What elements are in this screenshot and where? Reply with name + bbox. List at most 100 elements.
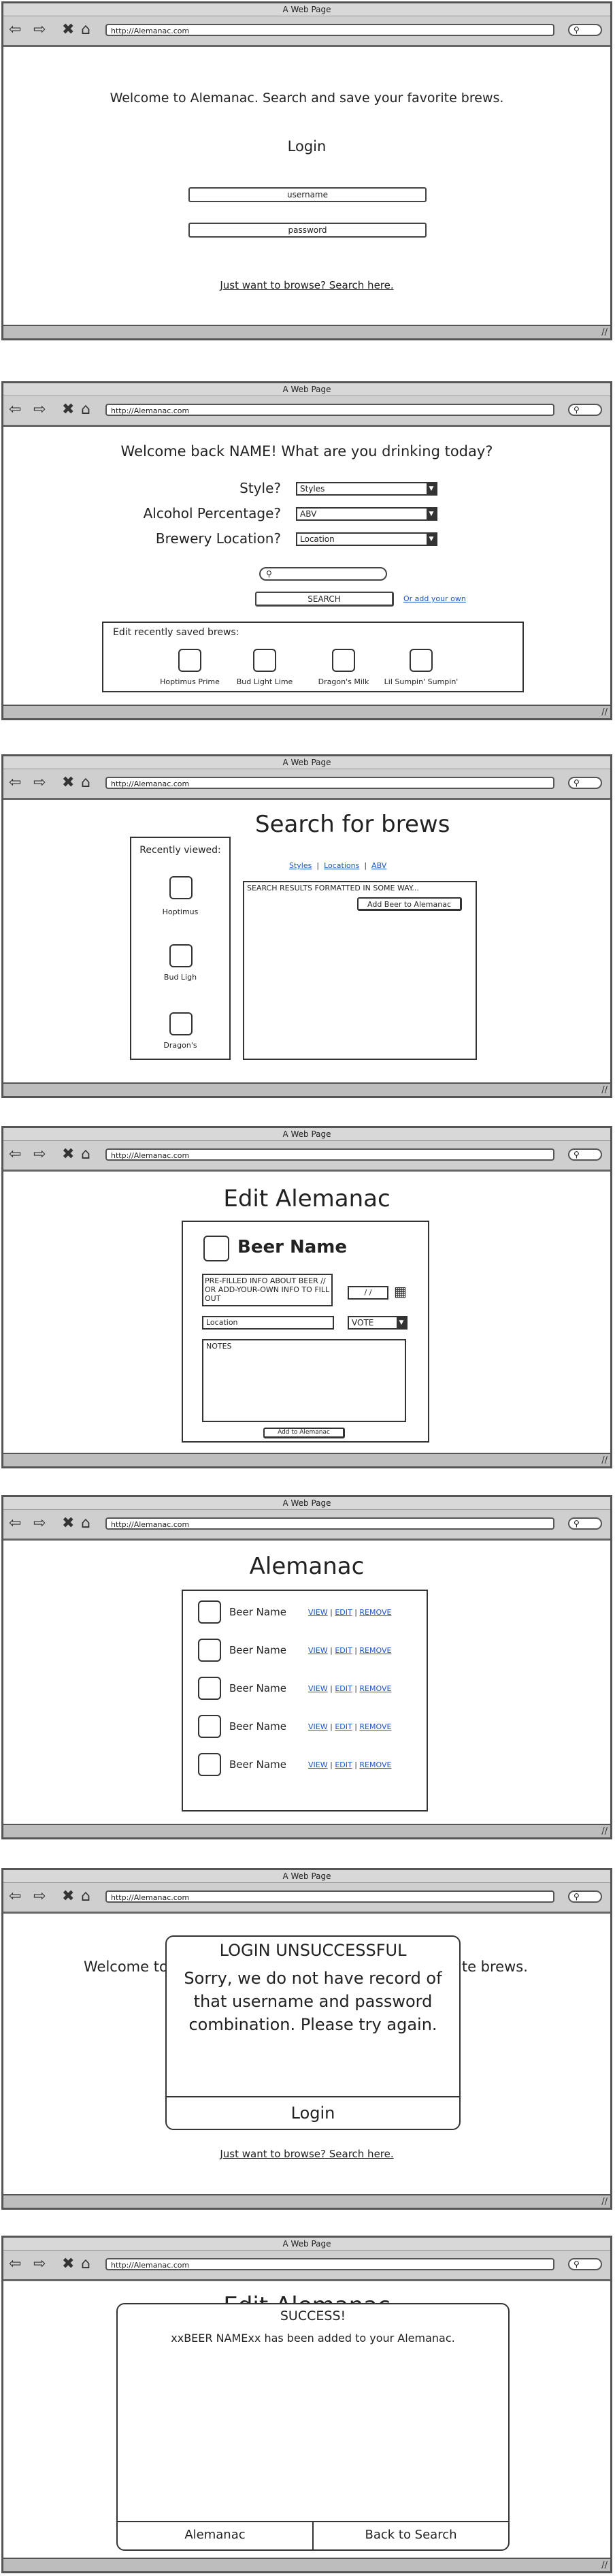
beer-checkbox[interactable]	[198, 1677, 221, 1700]
stop-icon[interactable]: ✖	[62, 1888, 74, 1905]
beer-checkbox[interactable]	[198, 1600, 221, 1624]
forward-arrow-icon[interactable]: ⇨	[33, 1515, 46, 1532]
search-icon[interactable]: ⚲	[568, 24, 602, 36]
forward-arrow-icon[interactable]: ⇨	[33, 1888, 46, 1905]
alemanac-button[interactable]: Alemanac	[118, 2522, 312, 2549]
search-button[interactable]: SEARCH	[255, 592, 394, 607]
tab-styles[interactable]: Styles	[289, 861, 312, 870]
back-arrow-icon[interactable]: ⇦	[9, 2256, 21, 2272]
saved-brew-checkbox[interactable]	[178, 649, 201, 672]
forward-arrow-icon[interactable]: ⇨	[33, 402, 46, 418]
username-field[interactable]: username	[188, 187, 427, 202]
view-link[interactable]: VIEW	[308, 1684, 328, 1693]
add-to-alemanac-button[interactable]: Add to Alemanac	[263, 1428, 345, 1438]
stop-icon[interactable]: ✖	[62, 22, 74, 38]
recent-brew-checkbox[interactable]	[169, 1012, 193, 1035]
location-field[interactable]: Location	[202, 1316, 334, 1330]
search-icon[interactable]: ⚲	[568, 1517, 602, 1530]
location-select[interactable]: Location ▼	[296, 532, 437, 546]
remove-link[interactable]: REMOVE	[359, 1760, 391, 1769]
tab-abv[interactable]: ABV	[371, 861, 386, 870]
stop-icon[interactable]: ✖	[62, 1146, 74, 1163]
edit-link[interactable]: EDIT	[335, 1684, 352, 1693]
add-your-own-link[interactable]: Or add your own	[403, 594, 466, 603]
notes-field[interactable]: NOTES	[202, 1339, 406, 1422]
forward-arrow-icon[interactable]: ⇨	[33, 1146, 46, 1163]
add-beer-button[interactable]: Add Beer to Alemanac	[357, 897, 462, 911]
home-icon[interactable]: ⌂	[81, 2256, 90, 2272]
search-icon[interactable]: ⚲	[568, 1148, 602, 1161]
beer-checkbox[interactable]	[198, 1753, 221, 1776]
back-arrow-icon[interactable]: ⇦	[9, 22, 21, 38]
home-icon[interactable]: ⌂	[81, 1146, 90, 1163]
url-bar[interactable]: http://Alemanac.com	[105, 24, 554, 36]
url-bar[interactable]: http://Alemanac.com	[105, 1148, 554, 1161]
remove-link[interactable]: REMOVE	[359, 1608, 391, 1617]
resize-grip-icon[interactable]: //	[601, 1085, 608, 1095]
forward-arrow-icon[interactable]: ⇨	[33, 775, 46, 791]
remove-link[interactable]: REMOVE	[359, 1646, 391, 1655]
back-arrow-icon[interactable]: ⇦	[9, 402, 21, 418]
edit-link[interactable]: EDIT	[335, 1722, 352, 1731]
home-icon[interactable]: ⌂	[81, 1515, 90, 1532]
edit-link[interactable]: EDIT	[335, 1646, 352, 1655]
resize-grip-icon[interactable]: //	[601, 327, 608, 338]
home-icon[interactable]: ⌂	[81, 1888, 90, 1905]
view-link[interactable]: VIEW	[308, 1760, 328, 1769]
remove-link[interactable]: REMOVE	[359, 1722, 391, 1731]
resize-grip-icon[interactable]: //	[601, 1455, 608, 1466]
browse-link[interactable]: Just want to browse? Search here.	[3, 2148, 610, 2160]
recent-brew-checkbox[interactable]	[169, 876, 193, 899]
url-bar[interactable]: http://Alemanac.com	[105, 2258, 554, 2270]
resize-grip-icon[interactable]: //	[601, 1826, 608, 1837]
edit-link[interactable]: EDIT	[335, 1760, 352, 1769]
home-icon[interactable]: ⌂	[81, 402, 90, 418]
back-arrow-icon[interactable]: ⇦	[9, 1888, 21, 1905]
browse-link[interactable]: Just want to browse? Search here.	[3, 279, 610, 291]
search-input[interactable]: ⚲	[259, 567, 387, 581]
forward-arrow-icon[interactable]: ⇨	[33, 2256, 46, 2272]
view-link[interactable]: VIEW	[308, 1608, 328, 1617]
beer-checkbox[interactable]	[203, 1236, 229, 1261]
forward-arrow-icon[interactable]: ⇨	[33, 22, 46, 38]
search-icon[interactable]: ⚲	[568, 1890, 602, 1903]
search-icon[interactable]: ⚲	[568, 404, 602, 416]
tab-locations[interactable]: Locations	[324, 861, 359, 870]
stop-icon[interactable]: ✖	[62, 775, 74, 791]
login-button[interactable]: Login	[167, 2100, 459, 2127]
beer-checkbox[interactable]	[198, 1639, 221, 1662]
search-icon[interactable]: ⚲	[568, 777, 602, 789]
style-select[interactable]: Styles ▼	[296, 482, 437, 496]
url-bar[interactable]: http://Alemanac.com	[105, 1517, 554, 1530]
resize-grip-icon[interactable]: //	[601, 2197, 608, 2207]
recent-brew-checkbox[interactable]	[169, 944, 193, 967]
beer-info-field[interactable]: PRE-FILLED INFO ABOUT BEER // OR ADD-YOU…	[202, 1274, 333, 1306]
date-field[interactable]: / /	[348, 1286, 388, 1300]
stop-icon[interactable]: ✖	[62, 402, 74, 418]
edit-link[interactable]: EDIT	[335, 1608, 352, 1617]
back-to-search-button[interactable]: Back to Search	[314, 2522, 508, 2549]
url-bar[interactable]: http://Alemanac.com	[105, 777, 554, 789]
beer-checkbox[interactable]	[198, 1715, 221, 1738]
back-arrow-icon[interactable]: ⇦	[9, 1146, 21, 1163]
back-arrow-icon[interactable]: ⇦	[9, 775, 21, 791]
saved-brew-checkbox[interactable]	[410, 649, 433, 672]
home-icon[interactable]: ⌂	[81, 22, 90, 38]
stop-icon[interactable]: ✖	[62, 2256, 74, 2272]
view-link[interactable]: VIEW	[308, 1646, 328, 1655]
saved-brew-checkbox[interactable]	[332, 649, 355, 672]
abv-select[interactable]: ABV ▼	[296, 507, 437, 521]
view-link[interactable]: VIEW	[308, 1722, 328, 1731]
resize-grip-icon[interactable]: //	[601, 707, 608, 718]
saved-brew-checkbox[interactable]	[253, 649, 276, 672]
vote-select[interactable]: VOTE ▼	[348, 1316, 408, 1330]
resize-grip-icon[interactable]: //	[601, 2560, 608, 2571]
url-bar[interactable]: http://Alemanac.com	[105, 404, 554, 416]
calendar-icon[interactable]: ▦	[394, 1283, 407, 1300]
search-icon[interactable]: ⚲	[568, 2258, 602, 2270]
password-field[interactable]: password	[188, 223, 427, 238]
back-arrow-icon[interactable]: ⇦	[9, 1515, 21, 1532]
url-bar[interactable]: http://Alemanac.com	[105, 1890, 554, 1903]
home-icon[interactable]: ⌂	[81, 775, 90, 791]
stop-icon[interactable]: ✖	[62, 1515, 74, 1532]
